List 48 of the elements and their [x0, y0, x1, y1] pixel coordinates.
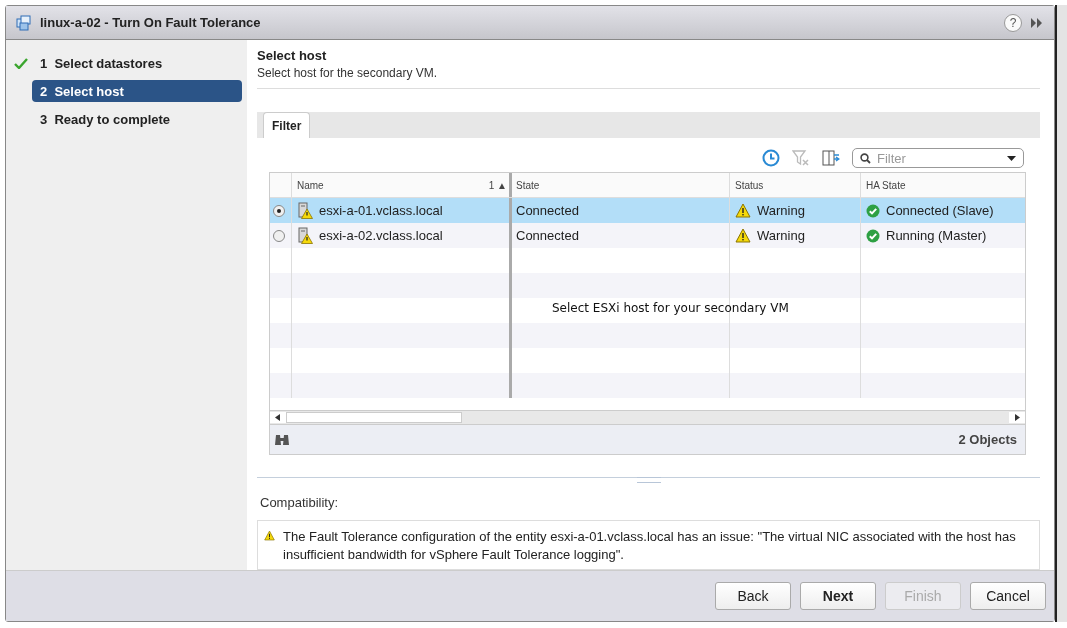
warning-icon [735, 228, 751, 243]
compatibility-message: The Fault Tolerance configuration of the entity esxi-a-01.vclass.local has an issue: "The virtual NIC associated with the host has insufficient bandwidth for vSphere Fault Tolerance logging". [283, 528, 1017, 564]
filter-field[interactable]: Filter [852, 148, 1024, 168]
binoculars-icon[interactable] [274, 433, 290, 446]
table-row[interactable]: esxi-a-02.vclass.local Connected Warning Running (Master) [270, 223, 1025, 248]
table-cell: esxi-a-01.vclass.local [319, 203, 443, 218]
radio-button[interactable] [273, 204, 285, 217]
warning-icon [735, 203, 751, 218]
scroll-left-icon[interactable] [270, 412, 286, 423]
dialog-button[interactable]: Next [800, 582, 876, 610]
warning-icon [264, 528, 275, 543]
dropdown-caret-icon [1007, 156, 1016, 161]
vm-icon [16, 14, 32, 31]
object-count: 2 Objects [958, 432, 1017, 447]
wizard-step[interactable]: 2 Select host [32, 80, 242, 102]
columns-icon[interactable] [822, 149, 840, 167]
scroll-right-icon[interactable] [1009, 412, 1025, 423]
double-arrow-icon[interactable] [1030, 16, 1044, 29]
clock-icon[interactable] [762, 149, 780, 167]
table-cell: Warning [757, 203, 805, 218]
table-cell: Connected [516, 203, 579, 218]
dialog-button[interactable]: Cancel [970, 582, 1046, 610]
page-title: Select host [257, 48, 328, 63]
window-title: linux-a-02 - Turn On Fault Tolerance [40, 15, 261, 30]
page-subtitle: Select host for the secondary VM. [257, 66, 1040, 89]
radio-button[interactable] [273, 229, 285, 242]
table-cell: Warning [757, 228, 805, 243]
filter-tab[interactable]: Filter [263, 112, 311, 138]
table-row[interactable]: esxi-a-01.vclass.local Connected Warning Connected (Slave) [270, 198, 1025, 223]
table-cell: esxi-a-02.vclass.local [319, 228, 443, 243]
table-cell: Connected (Slave) [886, 203, 994, 218]
annotation-text: Select ESXi host for your secondary VM [552, 301, 789, 315]
table-cell: Running (Master) [886, 228, 987, 243]
splitter-handle[interactable] [636, 477, 661, 483]
check-circle-icon [866, 228, 880, 243]
wizard-step[interactable]: 3 Ready to complete [32, 108, 242, 130]
dialog-button[interactable]: Back [715, 582, 791, 610]
horizontal-scrollbar[interactable] [270, 410, 1025, 424]
compatibility-label: Compatibility: [259, 494, 340, 510]
search-icon [860, 153, 871, 164]
table-cell: Connected [516, 228, 579, 243]
column-header[interactable]: State [512, 173, 730, 197]
help-icon[interactable]: ? [1004, 13, 1022, 32]
check-circle-icon [866, 203, 880, 218]
scrollbar-thumb[interactable] [286, 412, 462, 423]
wizard-step[interactable]: 1 Select datastores [32, 52, 242, 74]
column-header[interactable]: Status [730, 173, 861, 197]
column-header[interactable]: HA State [861, 173, 1025, 197]
